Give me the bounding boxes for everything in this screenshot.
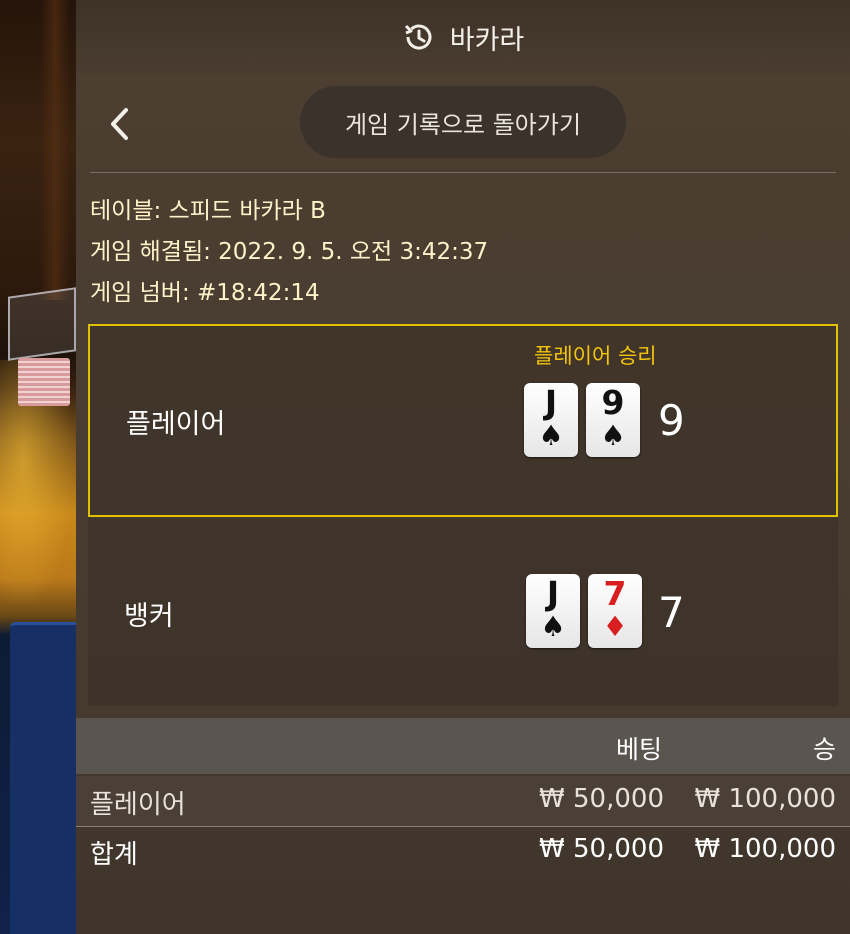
spade-icon: ♠ [540, 610, 566, 643]
live-table-background [0, 0, 76, 934]
banker-label: 뱅커 [124, 601, 174, 632]
table-row: 플레이어 ₩ 50,000 ₩ 100,000 [76, 776, 850, 827]
total-win-amount: ₩ 100,000 [694, 834, 837, 864]
banker-score: 7 [658, 588, 685, 637]
chair [10, 622, 76, 934]
title-bar: 바카라 [76, 0, 850, 74]
playing-card: 9 ♠ [586, 383, 640, 457]
card-rank: J [546, 574, 560, 613]
chevron-left-icon [111, 108, 128, 140]
spade-icon: ♠ [538, 419, 564, 452]
win-column-header: 승 [812, 735, 836, 764]
card-stack [18, 358, 70, 406]
bet-column-header: 베팅 [616, 735, 663, 764]
diamond-icon: ♦ [602, 610, 628, 643]
back-button[interactable] [100, 104, 140, 144]
page-title: 바카라 [449, 24, 525, 56]
playing-card: 7 ♦ [588, 574, 642, 648]
banker-result: 뱅커 J ♠ 7 ♦ 7 [88, 518, 838, 706]
bet-amount: ₩ 50,000 [539, 784, 664, 814]
game-info: 테이블: 스피드 바카라 B 게임 해결됨: 2022. 9. 5. 오전 3:… [76, 173, 850, 314]
nav-row: 게임 기록으로 돌아가기 [90, 74, 836, 173]
banker-cards: J ♠ 7 ♦ [526, 574, 642, 648]
total-label: 합계 [90, 840, 138, 870]
game-history-panel: 바카라 게임 기록으로 돌아가기 테이블: 스피드 바카라 B 게임 해결됨: … [76, 0, 850, 934]
back-to-history-button[interactable]: 게임 기록으로 돌아가기 [300, 86, 626, 158]
bet-position: 플레이어 [90, 790, 186, 820]
total-bet-amount: ₩ 50,000 [539, 834, 664, 864]
player-result: 플레이어 승리 플레이어 J ♠ 9 ♠ 9 [88, 324, 838, 517]
game-number: 게임 넘버: #18:42:14 [90, 280, 320, 306]
spade-icon: ♠ [600, 419, 626, 452]
resolved-time: 게임 해결됨: 2022. 9. 5. 오전 3:42:37 [90, 239, 489, 265]
curtain [40, 0, 70, 300]
playing-card: J ♠ [526, 574, 580, 648]
player-cards: J ♠ 9 ♠ [524, 383, 640, 457]
total-row: 합계 ₩ 50,000 ₩ 100,000 [76, 826, 850, 876]
card-shoe [8, 287, 76, 361]
bets-table-header: 베팅 승 [76, 718, 850, 774]
card-rank: 9 [601, 383, 625, 422]
playing-card: J ♠ [524, 383, 578, 457]
card-rank: J [544, 383, 558, 422]
winner-label: 플레이어 승리 [534, 344, 657, 368]
player-label: 플레이어 [126, 409, 226, 440]
win-amount: ₩ 100,000 [694, 784, 837, 814]
player-score: 9 [658, 396, 685, 445]
card-rank: 7 [603, 574, 627, 613]
table-name: 테이블: 스피드 바카라 B [90, 198, 326, 224]
history-icon [402, 20, 436, 54]
